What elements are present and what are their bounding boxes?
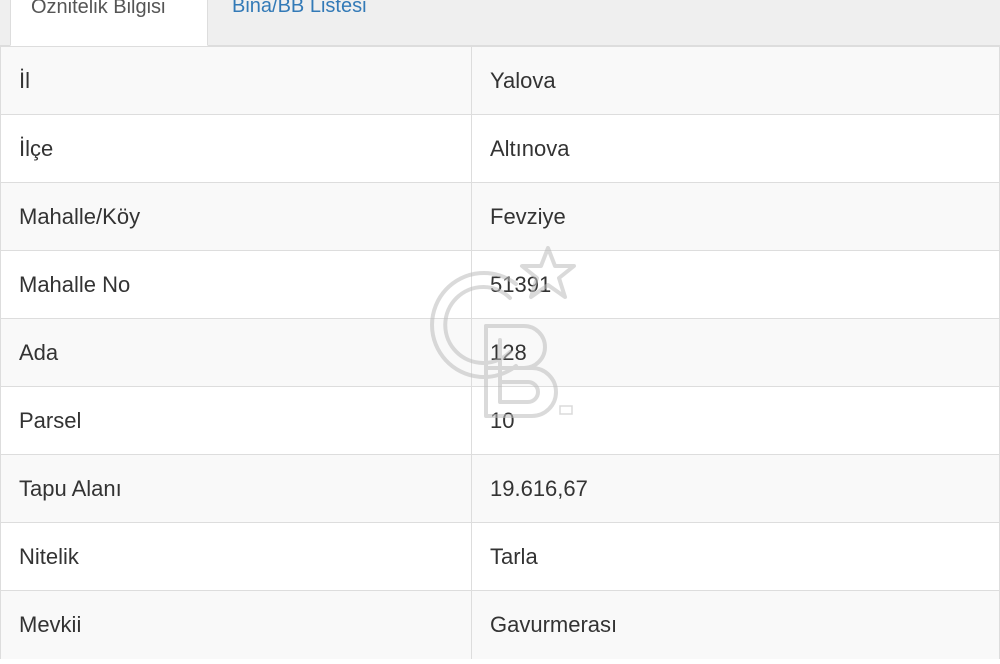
row-value: 10	[471, 386, 1000, 455]
row-label: İlçe	[0, 114, 472, 183]
row-value: Yalova	[471, 46, 1000, 115]
table-row: Nitelik Tarla	[0, 522, 1000, 591]
row-label: Nitelik	[0, 522, 472, 591]
row-value: 51391	[471, 250, 1000, 319]
tab-oznitelik-bilgisi[interactable]: Öznitelik Bilgisi	[10, 0, 208, 46]
parcel-info-panel: Öznitelik Bilgisi Bina/BB Listesi İl Yal…	[0, 0, 1000, 664]
row-value: Altınova	[471, 114, 1000, 183]
row-label: Ada	[0, 318, 472, 387]
row-value: Gavurmerası	[471, 590, 1000, 659]
row-value: 19.616,67	[471, 454, 1000, 523]
table-row: Ada 128	[0, 318, 1000, 387]
table-row: Tapu Alanı 19.616,67	[0, 454, 1000, 523]
row-value: Fevziye	[471, 182, 1000, 251]
table-row: İl Yalova	[0, 46, 1000, 115]
row-label: Parsel	[0, 386, 472, 455]
tab-bina-bb-listesi[interactable]: Bina/BB Listesi	[212, 0, 387, 46]
table-row: Mevkii Gavurmerası	[0, 590, 1000, 659]
row-label: Mahalle/Köy	[0, 182, 472, 251]
row-value: Tarla	[471, 522, 1000, 591]
row-value: 128	[471, 318, 1000, 387]
table-row: Mahalle No 51391	[0, 250, 1000, 319]
row-label: Mevkii	[0, 590, 472, 659]
attribute-table: İl Yalova İlçe Altınova Mahalle/Köy Fevz…	[0, 46, 1000, 659]
tab-bar: Öznitelik Bilgisi Bina/BB Listesi	[0, 0, 1000, 46]
row-label: Mahalle No	[0, 250, 472, 319]
table-row: İlçe Altınova	[0, 114, 1000, 183]
table-row: Mahalle/Köy Fevziye	[0, 182, 1000, 251]
table-row: Parsel 10	[0, 386, 1000, 455]
row-label: Tapu Alanı	[0, 454, 472, 523]
row-label: İl	[0, 46, 472, 115]
